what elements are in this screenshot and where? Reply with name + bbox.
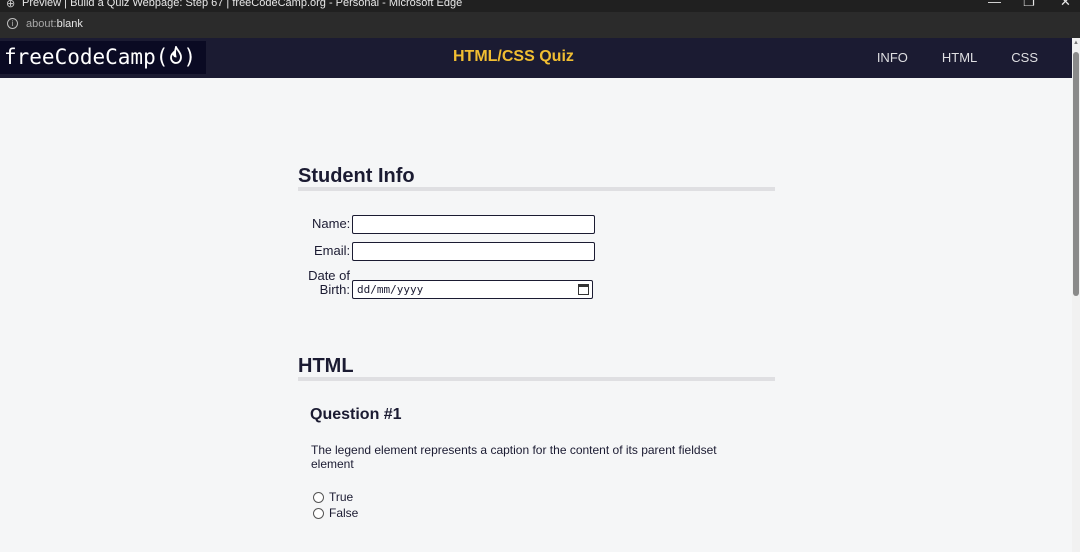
- email-input[interactable]: [352, 242, 595, 261]
- question-text: The legend element represents a caption …: [311, 443, 717, 471]
- page-title: HTML/CSS Quiz: [453, 48, 574, 65]
- radio-button[interactable]: [313, 507, 324, 519]
- radio-button[interactable]: [313, 491, 324, 503]
- scrollbar[interactable]: ▲: [1072, 38, 1080, 552]
- section-divider: [298, 187, 775, 191]
- window-title: Preview | Build a Quiz Webpage: Step 67 …: [22, 0, 463, 9]
- question-heading: Question #1: [310, 406, 402, 423]
- calendar-icon[interactable]: [578, 284, 589, 295]
- email-label: Email:: [314, 243, 351, 258]
- option-true[interactable]: True: [313, 490, 353, 504]
- scrollbar-thumb[interactable]: [1073, 52, 1079, 296]
- date-of-birth-input[interactable]: dd/mm/yyyy: [352, 280, 593, 299]
- option-label: False: [329, 506, 359, 520]
- browser-title-bar: ⊕ Preview | Build a Quiz Webpage: Step 6…: [0, 0, 1080, 12]
- section-divider: [298, 377, 775, 381]
- info-icon[interactable]: i: [7, 18, 18, 29]
- navbar: freeCodeCamp() HTML/CSS Quiz INFO HTML C…: [0, 38, 1072, 78]
- name-input[interactable]: [352, 215, 595, 234]
- name-label: Name:: [312, 216, 351, 231]
- nav-links: INFO HTML CSS: [877, 38, 1072, 78]
- minimize-button[interactable]: —: [988, 0, 1001, 9]
- option-false[interactable]: False: [313, 506, 358, 520]
- scroll-up-arrow-icon[interactable]: ▲: [1073, 40, 1079, 46]
- restore-button[interactable]: ❐: [1023, 0, 1035, 10]
- dob-label: Date of Birth:: [308, 268, 350, 297]
- globe-icon: ⊕: [6, 0, 16, 10]
- close-window-button[interactable]: ✕: [1060, 0, 1071, 10]
- flame-icon: [169, 41, 183, 74]
- address-url[interactable]: about:blank: [26, 18, 83, 30]
- freecodecamp-logo[interactable]: freeCodeCamp(): [0, 41, 206, 74]
- nav-link-html[interactable]: HTML: [942, 38, 977, 78]
- student-info-heading: Student Info: [298, 165, 415, 187]
- html-section-heading: HTML: [298, 355, 354, 377]
- nav-link-info[interactable]: INFO: [877, 38, 908, 78]
- address-bar[interactable]: i about:blank: [0, 12, 1080, 38]
- nav-link-css[interactable]: CSS: [1011, 38, 1038, 78]
- option-label: True: [329, 490, 354, 504]
